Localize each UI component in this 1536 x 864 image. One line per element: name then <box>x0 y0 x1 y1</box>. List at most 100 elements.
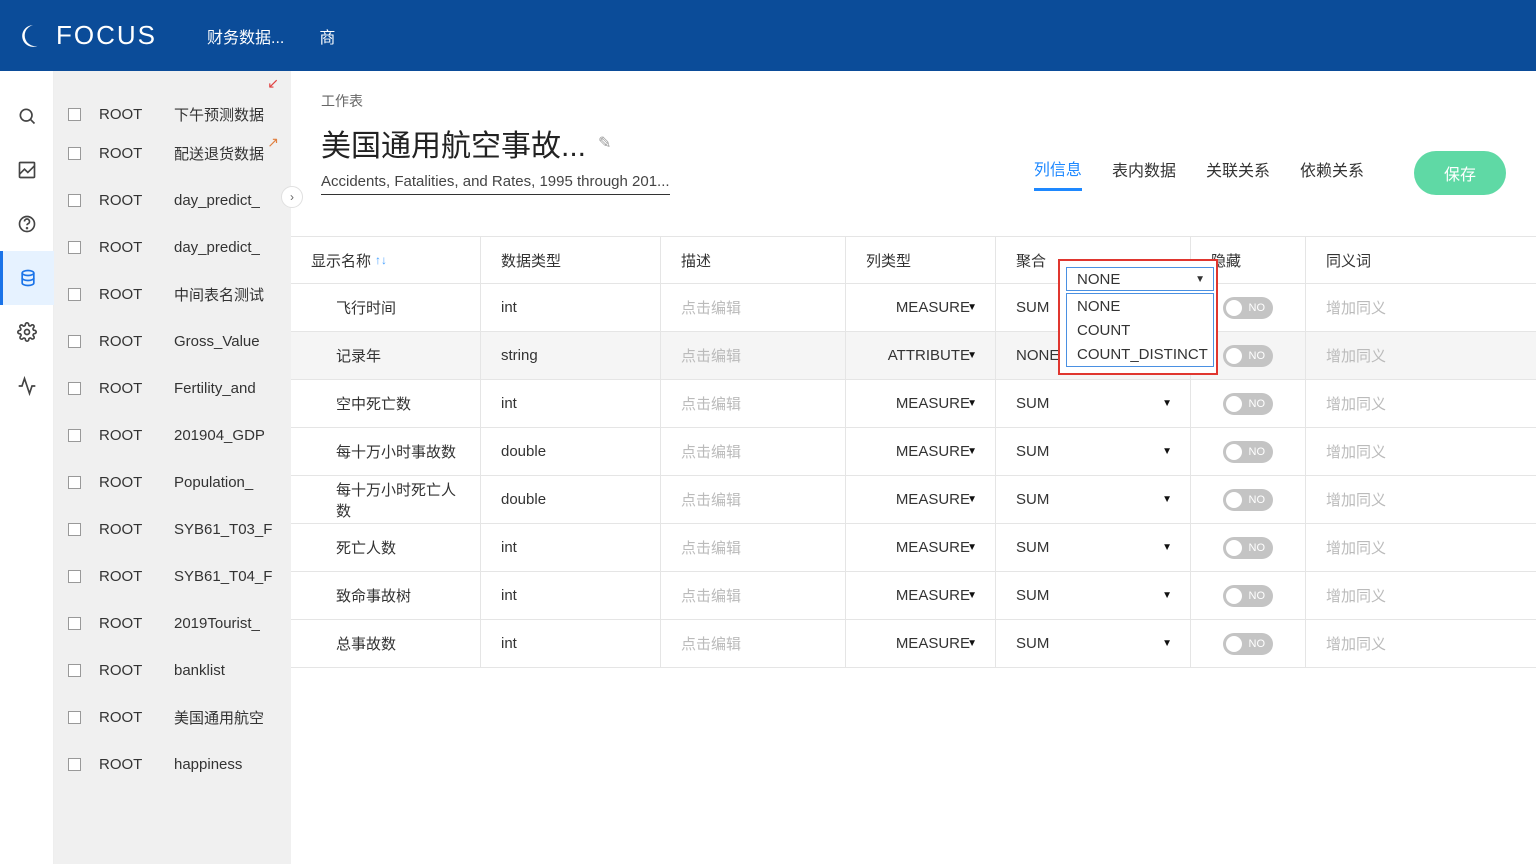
aggregation-option[interactable]: NONE <box>1067 294 1213 318</box>
top-menu-commerce[interactable]: 商 <box>319 24 335 48</box>
row-checkbox[interactable] <box>68 429 81 442</box>
header-data-type[interactable]: 数据类型 <box>481 237 661 283</box>
cell-column-type[interactable]: MEASURE▼ <box>846 284 996 331</box>
cell-description[interactable]: 点击编辑 <box>661 524 846 571</box>
tab-relations[interactable]: 关联关系 <box>1206 157 1270 189</box>
row-checkbox[interactable] <box>68 523 81 536</box>
row-checkbox[interactable] <box>68 664 81 677</box>
subtitle[interactable]: Accidents, Fatalities, and Rates, 1995 t… <box>321 173 670 195</box>
header-synonym[interactable]: 同义词 <box>1306 237 1536 283</box>
dataset-row[interactable]: ROOT配送退货数据↗ <box>54 130 291 177</box>
cell-column-type[interactable]: MEASURE▼ <box>846 476 996 523</box>
cell-display-name[interactable]: 飞行时间 <box>291 284 481 331</box>
cell-synonym[interactable]: 增加同义 <box>1306 476 1536 523</box>
row-checkbox[interactable] <box>68 147 81 160</box>
edit-icon[interactable]: ✎ <box>598 133 611 153</box>
cell-column-type[interactable]: MEASURE▼ <box>846 524 996 571</box>
row-checkbox[interactable] <box>68 194 81 207</box>
hidden-toggle[interactable]: NO <box>1223 345 1273 367</box>
cell-aggregation[interactable]: SUM▼ <box>996 476 1191 523</box>
header-description[interactable]: 描述 <box>661 237 846 283</box>
dataset-row[interactable]: ROOT美国通用航空 <box>54 694 291 741</box>
cell-description[interactable]: 点击编辑 <box>661 428 846 475</box>
dataset-row[interactable]: ROOTFertility_and <box>54 365 291 412</box>
hidden-toggle[interactable]: NO <box>1223 297 1273 319</box>
dataset-row[interactable]: ROOT中间表名测试 <box>54 271 291 318</box>
dataset-row[interactable]: ROOTSYB61_T03_F <box>54 506 291 553</box>
dataset-row[interactable]: ROOT2019Tourist_ <box>54 600 291 647</box>
row-checkbox[interactable] <box>68 335 81 348</box>
cell-display-name[interactable]: 每十万小时死亡人数 <box>291 476 481 523</box>
cell-display-name[interactable]: 致命事故树 <box>291 572 481 619</box>
row-checkbox[interactable] <box>68 570 81 583</box>
cell-description[interactable]: 点击编辑 <box>661 620 846 667</box>
cell-synonym[interactable]: 增加同义 <box>1306 524 1536 571</box>
dataset-row[interactable]: ROOT下午预测数据↙ <box>54 71 291 130</box>
aggregation-option[interactable]: COUNT <box>1067 318 1213 342</box>
save-button[interactable]: 保存 <box>1414 151 1506 195</box>
cell-aggregation[interactable]: SUM▼ <box>996 428 1191 475</box>
cell-description[interactable]: 点击编辑 <box>661 284 846 331</box>
cell-display-name[interactable]: 每十万小时事故数 <box>291 428 481 475</box>
dataset-row[interactable]: ROOTSYB61_T04_F <box>54 553 291 600</box>
cell-aggregation[interactable]: SUM▼ <box>996 524 1191 571</box>
cell-description[interactable]: 点击编辑 <box>661 332 846 379</box>
cell-display-name[interactable]: 记录年 <box>291 332 481 379</box>
cell-column-type[interactable]: MEASURE▼ <box>846 620 996 667</box>
cell-column-type[interactable]: MEASURE▼ <box>846 428 996 475</box>
hidden-toggle[interactable]: NO <box>1223 393 1273 415</box>
dataset-row[interactable]: ROOTday_predict_ <box>54 177 291 224</box>
cell-aggregation[interactable]: SUM▼ <box>996 572 1191 619</box>
cell-description[interactable]: 点击编辑 <box>661 476 846 523</box>
hidden-toggle[interactable]: NO <box>1223 489 1273 511</box>
chart-icon[interactable] <box>0 143 54 197</box>
data-icon[interactable] <box>0 251 54 305</box>
row-checkbox[interactable] <box>68 711 81 724</box>
top-menu-finance[interactable]: 财务数据... <box>207 24 284 48</box>
dataset-row[interactable]: ROOTday_predict_ <box>54 224 291 271</box>
hidden-toggle[interactable]: NO <box>1223 633 1273 655</box>
dataset-row[interactable]: ROOTGross_Value <box>54 318 291 365</box>
settings-icon[interactable] <box>0 305 54 359</box>
cell-aggregation[interactable]: SUM▼ <box>996 380 1191 427</box>
help-icon[interactable] <box>0 197 54 251</box>
row-checkbox[interactable] <box>68 382 81 395</box>
cell-aggregation[interactable]: SUM▼ <box>996 620 1191 667</box>
cell-description[interactable]: 点击编辑 <box>661 380 846 427</box>
cell-synonym[interactable]: 增加同义 <box>1306 428 1536 475</box>
row-checkbox[interactable] <box>68 108 81 121</box>
cell-display-name[interactable]: 死亡人数 <box>291 524 481 571</box>
activity-icon[interactable] <box>0 359 54 413</box>
aggregation-select[interactable]: NONE ▼ <box>1066 267 1214 291</box>
dataset-row[interactable]: ROOThappiness <box>54 741 291 788</box>
cell-column-type[interactable]: MEASURE▼ <box>846 572 996 619</box>
cell-column-type[interactable]: MEASURE▼ <box>846 380 996 427</box>
row-checkbox[interactable] <box>68 241 81 254</box>
tab-column-info[interactable]: 列信息 <box>1034 156 1082 191</box>
dataset-row[interactable]: ROOTbanklist <box>54 647 291 694</box>
cell-synonym[interactable]: 增加同义 <box>1306 620 1536 667</box>
cell-synonym[interactable]: 增加同义 <box>1306 380 1536 427</box>
header-column-type[interactable]: 列类型 <box>846 237 996 283</box>
row-checkbox[interactable] <box>68 617 81 630</box>
tab-dependencies[interactable]: 依赖关系 <box>1300 157 1364 189</box>
hidden-toggle[interactable]: NO <box>1223 585 1273 607</box>
aggregation-option[interactable]: COUNT_DISTINCT <box>1067 342 1213 366</box>
header-display-name[interactable]: 显示名称↑↓ <box>291 237 481 283</box>
cell-display-name[interactable]: 空中死亡数 <box>291 380 481 427</box>
hidden-toggle[interactable]: NO <box>1223 441 1273 463</box>
cell-synonym[interactable]: 增加同义 <box>1306 332 1536 379</box>
cell-synonym[interactable]: 增加同义 <box>1306 284 1536 331</box>
hidden-toggle[interactable]: NO <box>1223 537 1273 559</box>
dataset-row[interactable]: ROOTPopulation_ <box>54 459 291 506</box>
tab-table-data[interactable]: 表内数据 <box>1112 157 1176 189</box>
search-icon[interactable] <box>0 89 54 143</box>
row-checkbox[interactable] <box>68 288 81 301</box>
cell-description[interactable]: 点击编辑 <box>661 572 846 619</box>
panel-expand-button[interactable]: › <box>281 186 303 208</box>
cell-display-name[interactable]: 总事故数 <box>291 620 481 667</box>
row-checkbox[interactable] <box>68 758 81 771</box>
dataset-row[interactable]: ROOT201904_GDP <box>54 412 291 459</box>
cell-synonym[interactable]: 增加同义 <box>1306 572 1536 619</box>
row-checkbox[interactable] <box>68 476 81 489</box>
